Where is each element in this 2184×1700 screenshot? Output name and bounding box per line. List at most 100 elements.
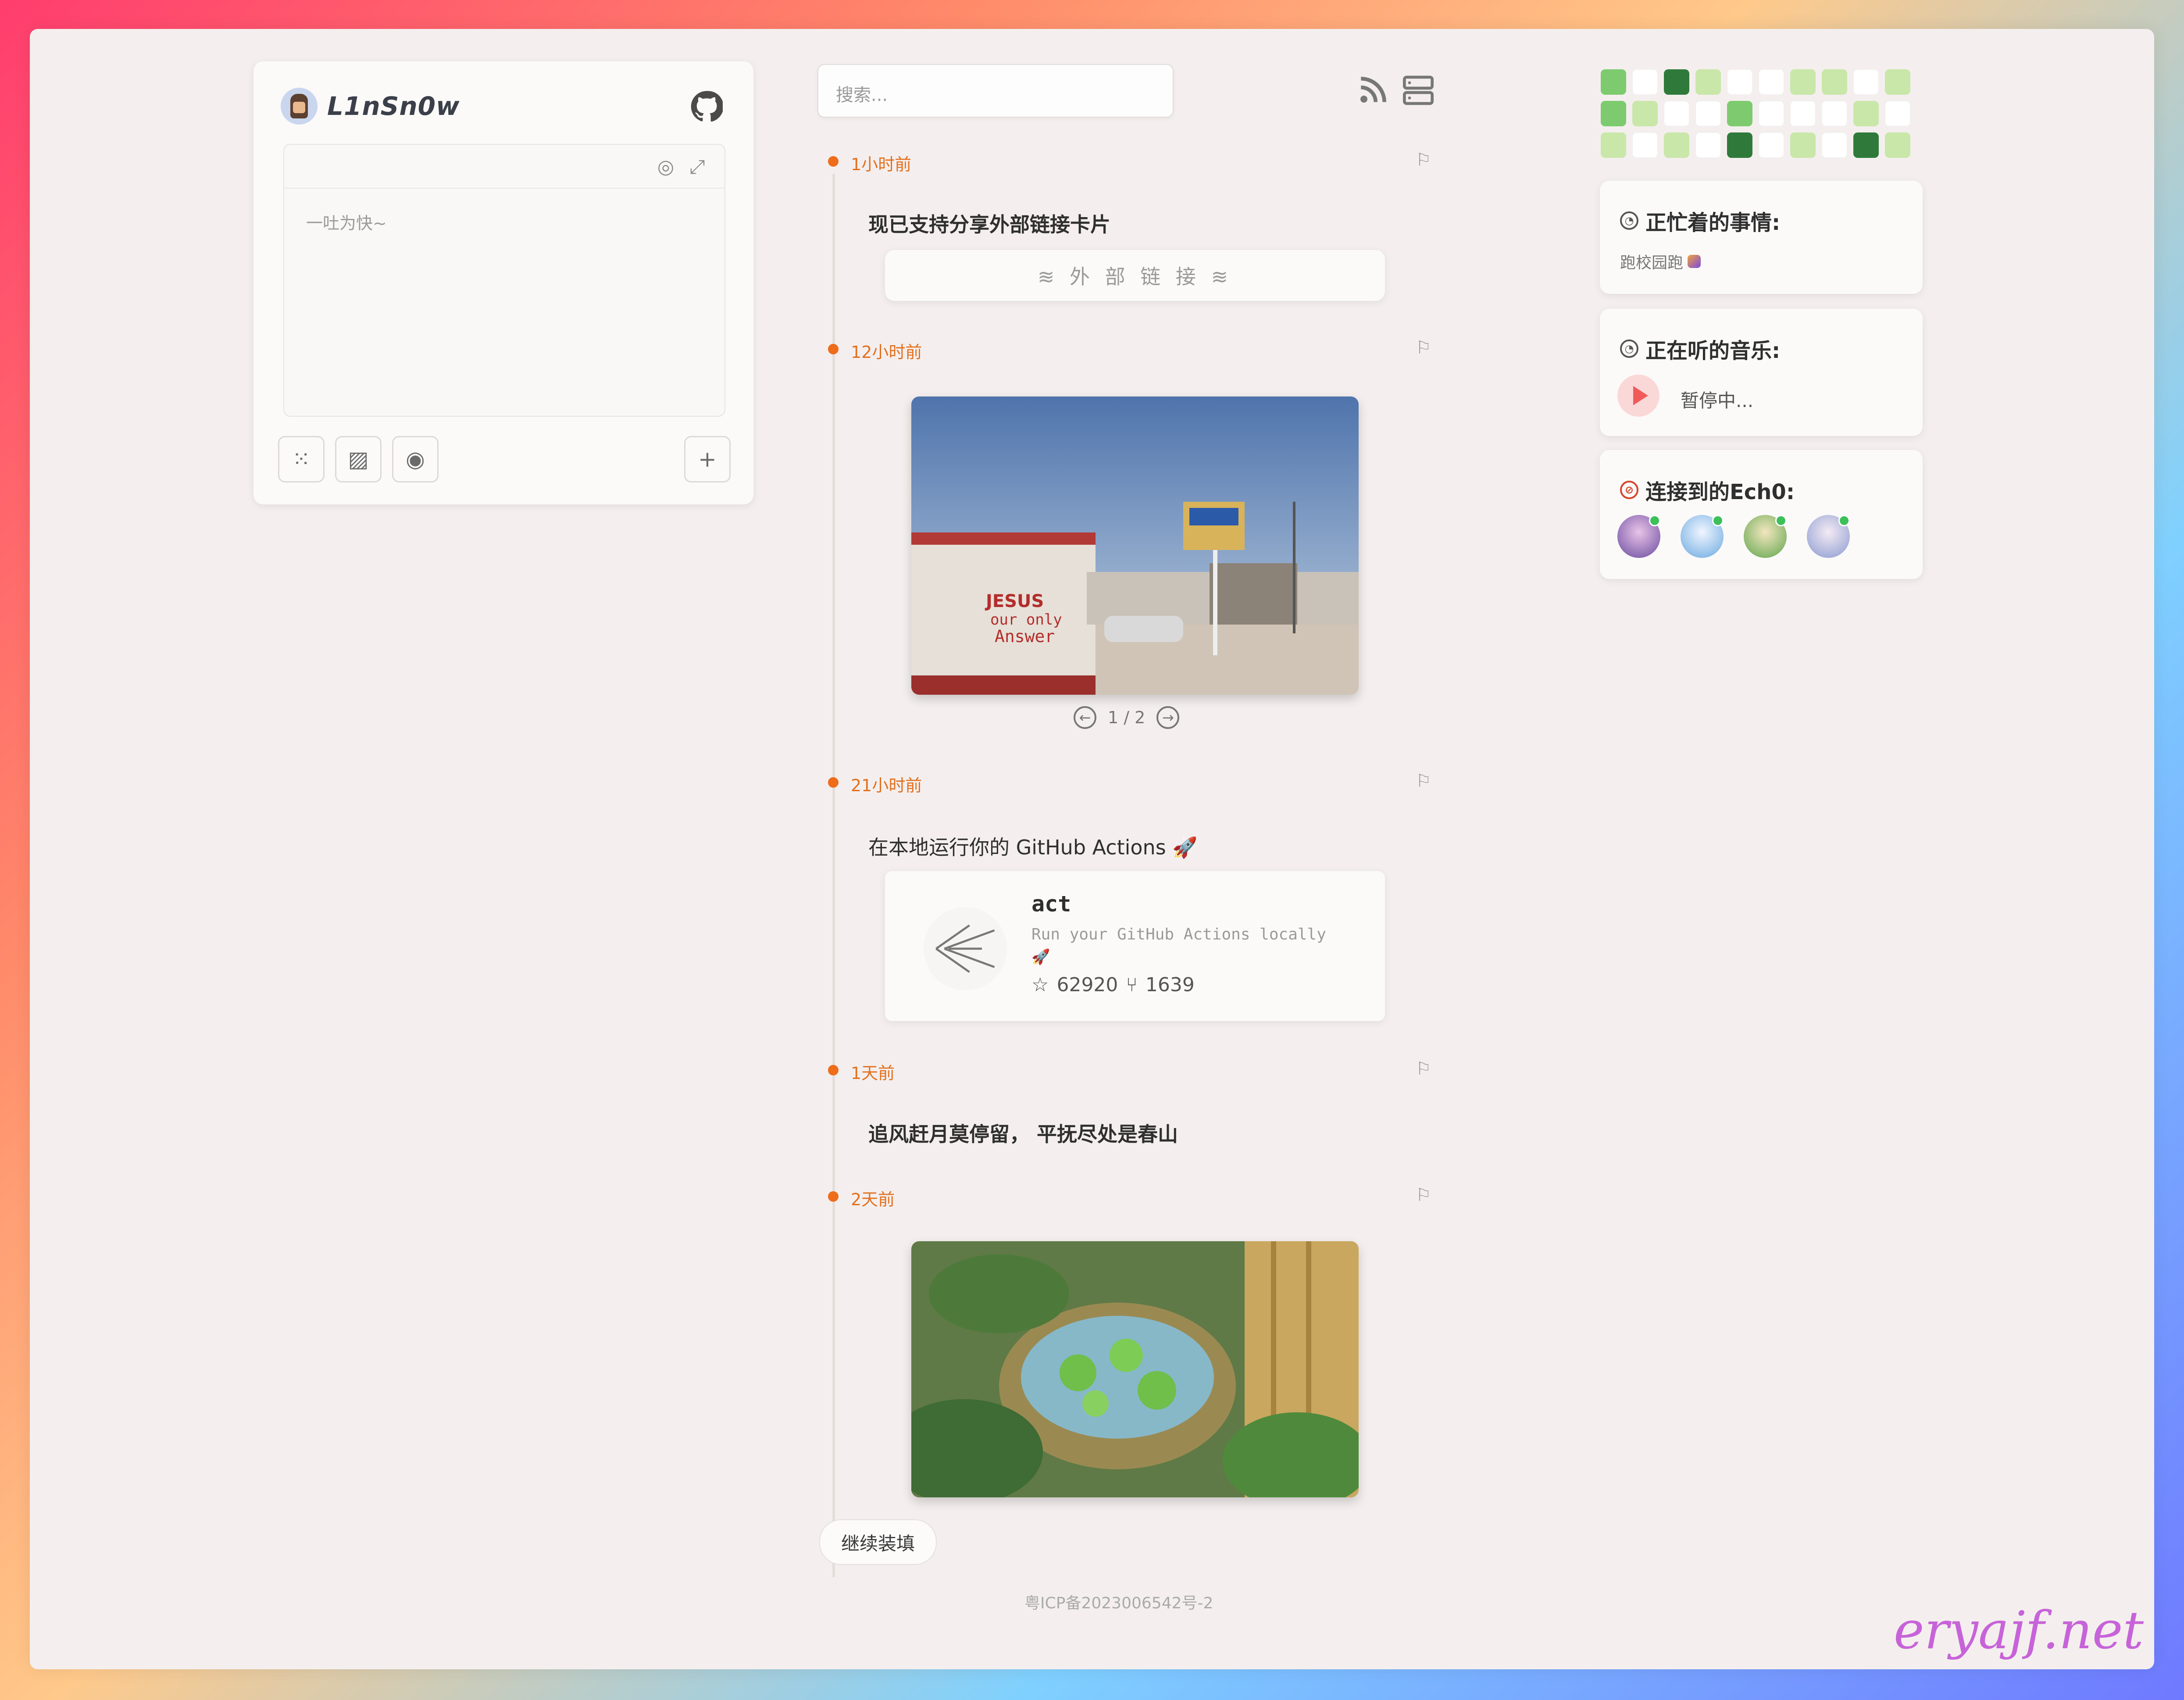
heatmap-cell bbox=[1601, 69, 1626, 95]
flag-icon[interactable]: ⚐ bbox=[1416, 771, 1431, 791]
icp-footer[interactable]: 粤ICP备2023006542号-2 bbox=[1024, 1590, 1213, 1613]
flag-icon[interactable]: ⚐ bbox=[1416, 150, 1431, 170]
github-icon[interactable] bbox=[690, 90, 723, 123]
heatmap-cell bbox=[1853, 132, 1879, 158]
heatmap-cell bbox=[1790, 101, 1816, 126]
post-input[interactable]: ◎ ⤢ 一吐为快~ bbox=[283, 144, 725, 417]
heatmap-cell bbox=[1790, 132, 1816, 158]
heatmap-cell bbox=[1822, 132, 1847, 158]
avatar[interactable] bbox=[281, 88, 318, 125]
activity-badge-icon bbox=[1688, 255, 1701, 268]
music-card: ◔ 正在听的音乐: 暂停中... bbox=[1600, 309, 1923, 436]
online-indicator bbox=[1838, 515, 1850, 526]
flag-icon[interactable]: ⚐ bbox=[1416, 1185, 1431, 1205]
music-title: 正在听的音乐: bbox=[1645, 339, 1781, 363]
post-text: 追风赶月莫停留， 平抚尽处是春山 bbox=[868, 1122, 1178, 1146]
heatmap-cell bbox=[1885, 132, 1910, 158]
next-arrow-icon[interactable]: → bbox=[1156, 706, 1180, 729]
timeline-line bbox=[832, 174, 835, 1577]
busy-text: 跑校园跑 bbox=[1620, 254, 1684, 272]
timeline-dot bbox=[828, 1065, 839, 1075]
online-indicator bbox=[1775, 515, 1787, 526]
heatmap-cell bbox=[1695, 132, 1721, 158]
link-label: ≋ 外 部 链 接 ≋ bbox=[1037, 265, 1233, 289]
user-header: L1nSn0w bbox=[281, 88, 460, 125]
heatmap-cell bbox=[1822, 101, 1847, 126]
timeline-dot bbox=[828, 156, 839, 167]
play-icon[interactable] bbox=[1617, 375, 1659, 417]
heatmap-cell bbox=[1885, 69, 1910, 95]
heatmap-cell bbox=[1664, 132, 1689, 158]
rocket-emoji: 🚀 bbox=[1031, 948, 1050, 966]
heatmap-cell bbox=[1695, 101, 1721, 126]
eye-icon: ◉ bbox=[406, 446, 425, 472]
app-window: L1nSn0w ◎ ⤢ 一吐为快~ ⁙ ▨ ◉ + 搜索... 1小时前 ⚐ 现… bbox=[30, 29, 2154, 1669]
heatmap-cell bbox=[1790, 69, 1816, 95]
svg-text:Answer: Answer bbox=[995, 627, 1055, 646]
echo-title-row: ⊘ 连接到的Ech0: bbox=[1620, 475, 1795, 505]
star-count: 62920 bbox=[1056, 974, 1118, 996]
heatmap-cell bbox=[1695, 69, 1721, 95]
music-status: 暂停中... bbox=[1681, 390, 1754, 411]
server-icon[interactable] bbox=[1401, 73, 1436, 108]
music-title-row: ◔ 正在听的音乐: bbox=[1620, 333, 1780, 364]
svg-text:JESUS: JESUS bbox=[985, 591, 1044, 611]
load-more-button[interactable]: 继续装填 bbox=[819, 1519, 937, 1565]
image-pager: ← 1 / 2 → bbox=[1074, 706, 1180, 729]
peer-avatar[interactable] bbox=[1617, 515, 1660, 558]
add-button[interactable]: + bbox=[684, 436, 731, 482]
repo-description: Run your GitHub Actions locally bbox=[1031, 925, 1326, 943]
echo-card: ⊘ 连接到的Ech0: bbox=[1600, 450, 1923, 579]
echo-icon: ⊘ bbox=[1620, 481, 1638, 499]
fullscreen-icon[interactable]: ⤢ bbox=[686, 155, 709, 178]
heatmap-cell bbox=[1632, 69, 1658, 95]
preview-icon[interactable]: ◎ bbox=[654, 155, 677, 178]
plus-icon: + bbox=[698, 446, 717, 472]
heatmap-cell bbox=[1727, 101, 1752, 126]
grid-icon: ⁙ bbox=[292, 446, 310, 472]
input-placeholder: 一吐为快~ bbox=[306, 214, 387, 233]
username: L1nSn0w bbox=[327, 91, 460, 121]
heatmap-cell bbox=[1727, 69, 1752, 95]
prev-arrow-icon[interactable]: ← bbox=[1074, 706, 1096, 729]
heatmap-cell bbox=[1853, 69, 1879, 95]
grid-button[interactable]: ⁙ bbox=[278, 436, 325, 482]
svg-text:our only: our only bbox=[990, 611, 1062, 629]
online-indicator bbox=[1649, 515, 1660, 526]
search-input[interactable]: 搜索... bbox=[817, 64, 1174, 118]
post-time: 21小时前 bbox=[851, 776, 922, 795]
heatmap-cell bbox=[1601, 101, 1626, 126]
fork-count: 1639 bbox=[1145, 974, 1195, 996]
heatmap-cell bbox=[1632, 101, 1658, 126]
timeline-dot bbox=[828, 777, 839, 788]
heatmap-cell bbox=[1759, 69, 1784, 95]
post-time: 1小时前 bbox=[851, 155, 912, 174]
post-text: 在本地运行你的 GitHub Actions 🚀 bbox=[868, 836, 1198, 859]
post-photo[interactable] bbox=[911, 1241, 1359, 1497]
peer-avatar[interactable] bbox=[1744, 515, 1787, 558]
repo-name: act bbox=[1031, 891, 1071, 917]
input-toolbar: ◎ ⤢ bbox=[284, 145, 724, 189]
peer-avatar[interactable] bbox=[1807, 515, 1850, 558]
visibility-button[interactable]: ◉ bbox=[392, 436, 439, 482]
external-link-button[interactable]: ≋ 外 部 链 接 ≋ bbox=[885, 250, 1385, 301]
heatmap-cell bbox=[1632, 132, 1658, 158]
rss-icon[interactable] bbox=[1355, 73, 1390, 108]
image-button[interactable]: ▨ bbox=[335, 436, 382, 482]
heatmap-cell bbox=[1759, 101, 1784, 126]
busy-card: ◔ 正忙着的事情: 跑校园跑 bbox=[1600, 181, 1923, 294]
heatmap-cell bbox=[1664, 101, 1689, 126]
heatmap-cell bbox=[1727, 132, 1752, 158]
timeline-dot bbox=[828, 1191, 839, 1202]
flag-icon[interactable]: ⚐ bbox=[1416, 338, 1431, 358]
peer-avatar[interactable] bbox=[1681, 515, 1724, 558]
heatmap-cell bbox=[1853, 101, 1879, 126]
busy-status: 跑校园跑 bbox=[1620, 250, 1701, 273]
post-photo[interactable]: JESUS our only Answer bbox=[911, 396, 1359, 695]
repo-link-card[interactable]: act Run your GitHub Actions locally 🚀 ☆ … bbox=[885, 871, 1385, 1021]
clock-icon: ◔ bbox=[1620, 211, 1638, 230]
page-indicator: 1 / 2 bbox=[1108, 708, 1146, 727]
timeline-dot bbox=[828, 344, 839, 354]
flag-icon[interactable]: ⚐ bbox=[1416, 1059, 1431, 1079]
busy-title-row: ◔ 正忙着的事情: bbox=[1620, 205, 1780, 236]
